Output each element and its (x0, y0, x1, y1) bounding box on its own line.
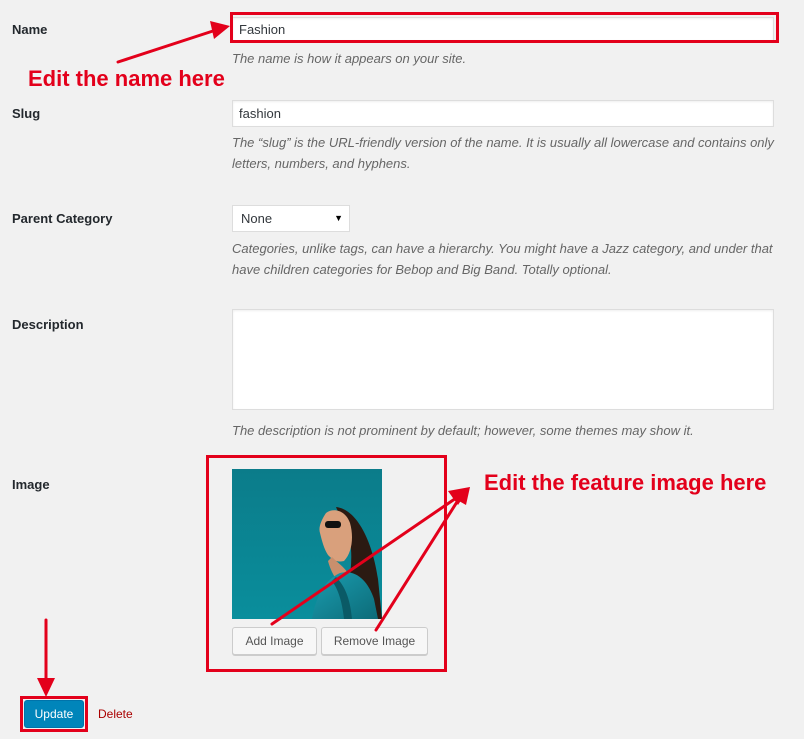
image-arrow-left (270, 492, 464, 626)
name-arrowhead-icon (210, 21, 230, 39)
image-arrow-right (374, 492, 464, 632)
name-arrow (116, 28, 218, 64)
update-arrowhead-icon (37, 678, 55, 697)
annotation-arrows (37, 21, 470, 697)
